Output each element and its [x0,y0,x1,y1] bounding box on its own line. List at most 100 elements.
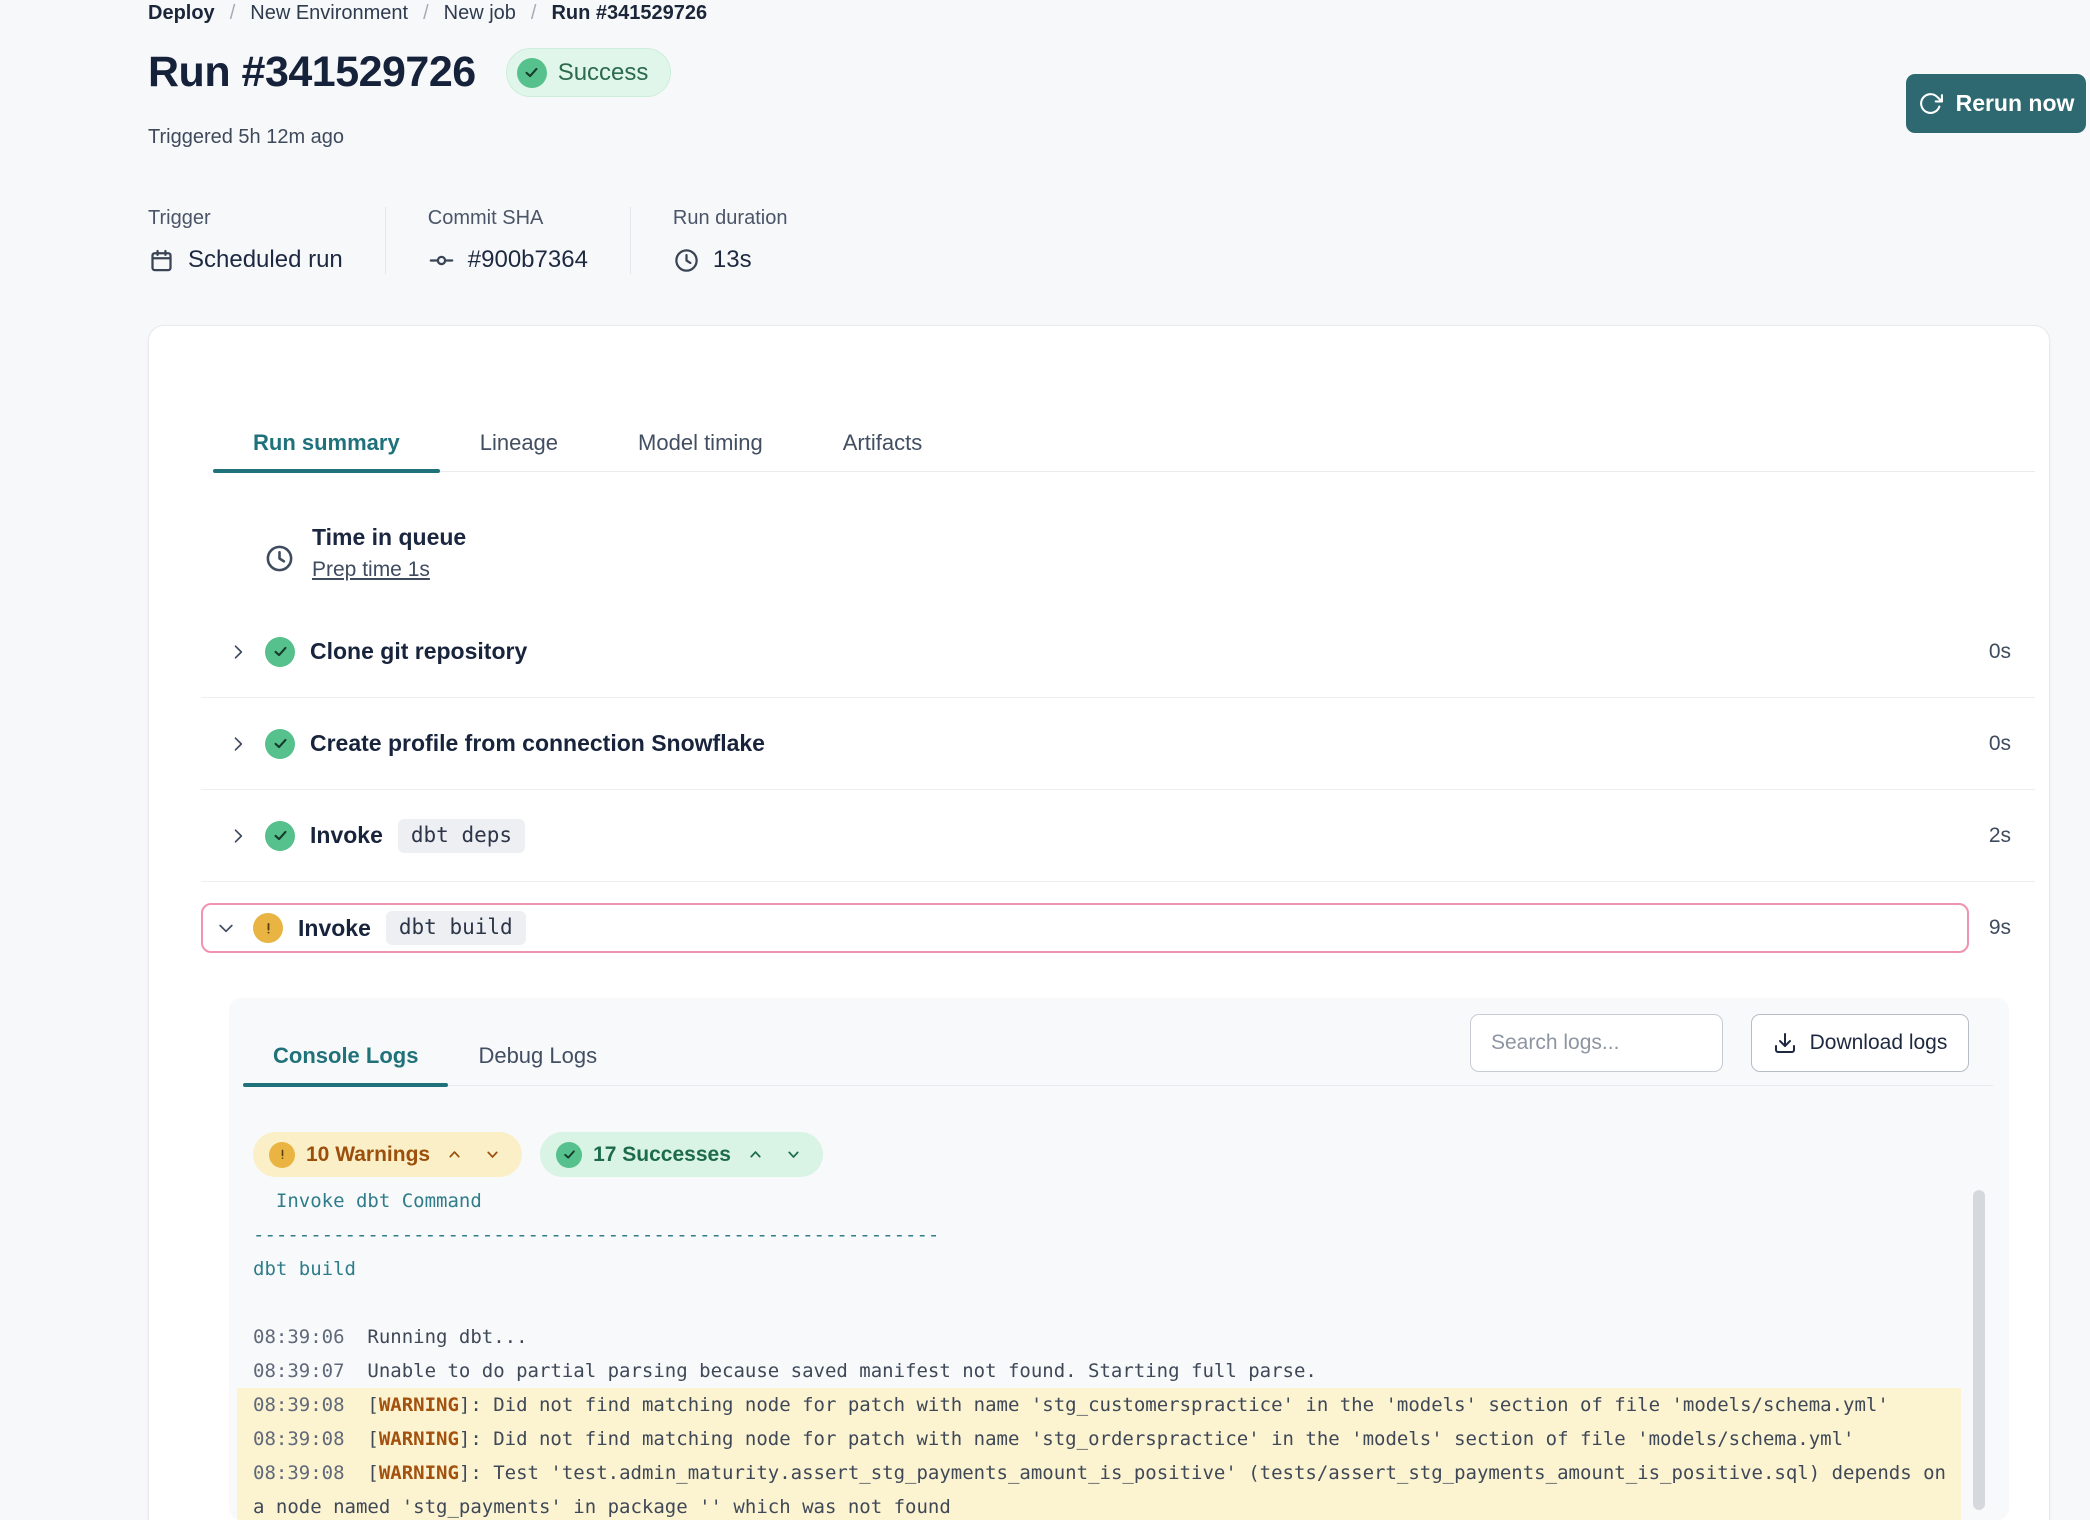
breadcrumb-separator: / [230,2,236,25]
breadcrumb: Deploy / New Environment / New job / Run #3415… [148,2,707,25]
log-line: 08:39:08 [WARNING]: Test 'test.admin_mat… [237,1456,1961,1520]
step-label: Invoke [310,822,383,849]
log-line: 08:39:07 Unable to do partial parsing be… [237,1354,1961,1388]
log-line: 08:39:08 [WARNING]: Did not find matchin… [237,1422,1961,1456]
breadcrumb-item-run-341529726: Run #341529726 [551,2,707,25]
log-message: ]: Test 'test.admin_maturity.assert_stg_… [253,1462,1957,1518]
log-message: Unable to do partial parsing because sav… [345,1360,1317,1382]
rerun-now-label: Rerun now [1956,90,2075,117]
clock-icon [264,534,295,582]
breadcrumb-separator: / [531,2,537,25]
step-row-clone-git-repository[interactable]: Clone git repository 0s [201,606,2035,698]
next-success-button[interactable] [780,1144,807,1165]
log-timestamp: 08:39:08 [253,1394,345,1416]
console-log-output: Invoke dbt Command----------------------… [237,1184,1961,1520]
page-title: Run #341529726 [148,48,476,97]
step-row-create-profile-from-connection-snowflake[interactable]: Create profile from connection Snowflake… [201,698,2035,790]
rerun-now-button[interactable]: Rerun now [1906,74,2086,133]
chevron-down-icon [215,918,237,938]
chevron-right-icon [227,734,249,754]
log-warning-tag: WARNING [379,1428,459,1450]
step-duration: 9s [1989,916,2035,940]
log-summary-pills: 10 Warnings 17 Successes [253,1132,823,1177]
step-row-content: Create profile from connection Snowflake [201,719,1989,769]
breadcrumb-item-new-job[interactable]: New job [444,2,516,25]
prev-warning-button[interactable] [441,1144,468,1165]
log-message: [ [345,1394,379,1416]
step-label: Create profile from connection Snowflake [310,730,765,757]
meta-value-text: Scheduled run [188,246,343,274]
tab-console-logs[interactable]: Console Logs [243,1026,448,1085]
log-command-line: dbt build [237,1252,1961,1286]
log-timestamp: 08:39:08 [253,1462,345,1484]
log-scrollbar[interactable] [1973,1190,1985,1510]
logs-tabs: Console LogsDebug Logs [243,1026,1993,1086]
chevron-right-icon [227,642,249,662]
step-command-chip: dbt deps [398,819,525,853]
breadcrumb-separator: / [423,2,429,25]
log-timestamp: 08:39:07 [253,1360,345,1382]
meta-trigger: Trigger Scheduled run [148,207,386,274]
warning-bang-icon [269,1142,295,1168]
breadcrumb-item-deploy[interactable]: Deploy [148,2,215,25]
breadcrumb-item-new-environment[interactable]: New Environment [250,2,408,25]
status-badge: Success [506,48,672,97]
step-command-chip: dbt build [386,911,526,945]
step-duration: 2s [1989,824,2035,848]
step-row-invoke-dbt-deps[interactable]: Invoke dbt deps 2s [201,790,2035,882]
download-logs-button[interactable]: Download logs [1751,1014,1969,1072]
success-check-icon [517,58,547,88]
log-message: Running dbt... [345,1326,528,1348]
run-summary-card: Run summaryLineageModel timingArtifacts … [148,325,2050,1520]
log-line: 08:39:08 [WARNING]: Did not find matchin… [237,1388,1961,1422]
tab-debug-logs[interactable]: Debug Logs [448,1026,627,1085]
log-line: 08:39:06 Running dbt... [237,1320,1961,1354]
step-success-icon [265,729,295,759]
download-logs-label: Download logs [1810,1031,1948,1055]
log-warning-tag: WARNING [379,1394,459,1416]
meta-value-text: #900b7364 [468,246,588,274]
step-row-invoke-dbt-build[interactable]: Invoke dbt build 9s [201,882,2035,974]
log-command-line [237,1286,1961,1320]
tab-artifacts[interactable]: Artifacts [803,414,962,471]
refresh-icon [1918,91,1943,116]
log-timestamp: 08:39:06 [253,1326,345,1348]
step-label: Clone git repository [310,638,527,665]
steps-list: Clone git repository0sCreate profile fro… [201,606,2035,974]
meta-label: Run duration [673,207,809,230]
step-label: Invoke [298,915,371,942]
step-row-content: Clone git repository [201,627,1989,677]
log-message: ]: Did not find matching node for patch … [459,1394,1889,1416]
meta-label: Trigger [148,207,343,230]
meta-run-duration: Run duration 13s [631,207,851,274]
clock-icon [673,247,700,274]
run-tabs: Run summaryLineageModel timingArtifacts [213,414,2035,472]
successs-count-label: 17 Successes [593,1143,731,1167]
step-duration: 0s [1989,640,2035,664]
log-timestamp: 08:39:08 [253,1428,345,1450]
triggered-text: Triggered 5h 12m ago [148,126,344,149]
next-warning-button[interactable] [479,1144,506,1165]
log-message: [ [345,1462,379,1484]
tab-model-timing[interactable]: Model timing [598,414,803,471]
title-row: Run #341529726 Success [148,48,671,97]
log-message: [ [345,1428,379,1450]
prep-time-link[interactable]: Prep time 1s [312,558,430,581]
commit-icon [428,247,455,274]
warnings-pill: 10 Warnings [253,1132,522,1177]
status-badge-label: Success [558,59,649,87]
log-command-line: ----------------------------------------… [237,1218,1961,1252]
successs-pill: 17 Successes [540,1132,823,1177]
prev-success-button[interactable] [742,1144,769,1165]
chevron-right-icon [227,826,249,846]
tab-run-summary[interactable]: Run summary [213,414,440,471]
step-duration: 0s [1989,732,2035,756]
meta-label: Commit SHA [428,207,588,230]
meta-value-text: 13s [713,246,752,274]
warnings-count-label: 10 Warnings [306,1143,430,1167]
calendar-icon [148,247,175,274]
run-meta: Trigger Scheduled run Commit SHA #900b7364 R… [148,207,851,274]
search-logs-input[interactable] [1470,1014,1723,1072]
meta-commit-sha: Commit SHA #900b7364 [386,207,631,274]
tab-lineage[interactable]: Lineage [440,414,598,471]
